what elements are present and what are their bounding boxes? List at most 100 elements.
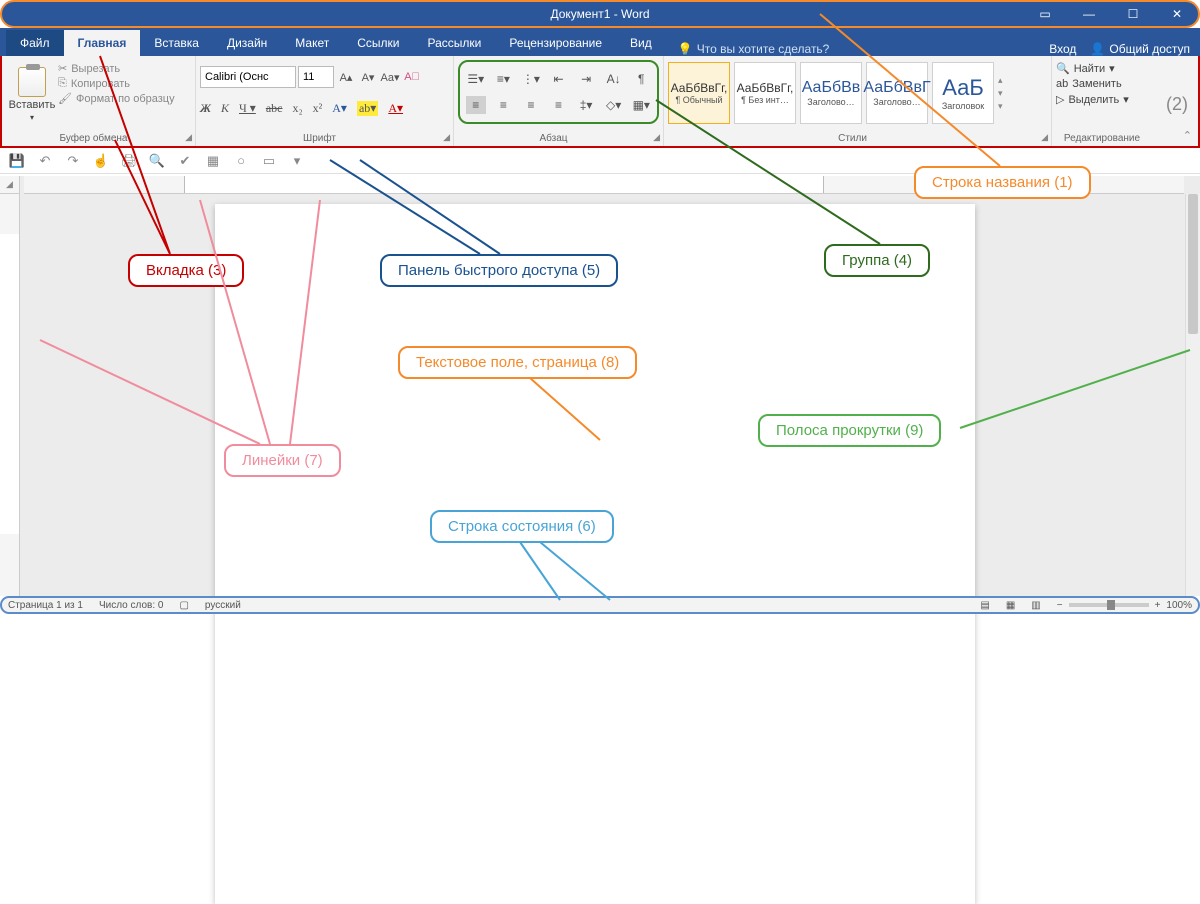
tab-view[interactable]: Вид: [616, 30, 666, 56]
zoom-out-icon[interactable]: −: [1057, 600, 1063, 611]
dialog-launcher-icon[interactable]: ◢: [653, 132, 660, 143]
maximize-icon[interactable]: ☐: [1120, 7, 1146, 21]
word-count[interactable]: Число слов: 0: [99, 600, 163, 611]
style-title[interactable]: АаБЗаголовок: [932, 62, 994, 124]
decrease-indent-icon[interactable]: ⇤: [549, 70, 569, 88]
dialog-launcher-icon[interactable]: ◢: [443, 132, 450, 143]
callout-tab: Вкладка (3): [128, 254, 244, 287]
grow-font-icon[interactable]: A▴: [336, 67, 356, 87]
redo-icon[interactable]: ↷: [64, 152, 82, 170]
document-title: Документ1 - Word: [550, 7, 649, 21]
paste-button[interactable]: Вставить ▾: [6, 58, 58, 130]
align-right-icon[interactable]: ≡: [521, 96, 541, 114]
tab-design[interactable]: Дизайн: [213, 30, 281, 56]
scrollbar-thumb[interactable]: [1188, 194, 1198, 334]
shrink-font-icon[interactable]: A▾: [358, 67, 378, 87]
line-spacing-icon[interactable]: ‡▾: [576, 96, 596, 114]
save-icon[interactable]: 💾: [8, 152, 26, 170]
align-left-icon[interactable]: ≡: [466, 96, 486, 114]
format-painter-button[interactable]: 🖌Формат по образцу: [58, 92, 175, 105]
insert-text-icon[interactable]: ▭: [260, 152, 278, 170]
multilevel-icon[interactable]: ⋮▾: [521, 70, 541, 88]
italic-button[interactable]: К: [221, 101, 229, 116]
font-name-input[interactable]: [200, 66, 296, 88]
superscript-button[interactable]: x²: [313, 101, 323, 116]
minimize-icon[interactable]: —: [1076, 7, 1102, 21]
styles-down-icon[interactable]: ▾: [998, 88, 1014, 99]
font-size-input[interactable]: [298, 66, 334, 88]
paste-icon: [18, 67, 46, 97]
zoom-in-icon[interactable]: +: [1155, 600, 1161, 611]
show-marks-icon[interactable]: ¶: [631, 70, 651, 88]
read-mode-icon[interactable]: ▤: [980, 600, 989, 611]
style-heading1[interactable]: АаБбВвЗаголово…: [800, 62, 862, 124]
callout-scrollbar: Полоса прокрутки (9): [758, 414, 941, 447]
touch-mode-icon[interactable]: ☝: [92, 152, 110, 170]
clear-format-icon[interactable]: A⃠: [402, 67, 422, 87]
zoom-slider[interactable]: [1069, 603, 1149, 607]
proofing-icon[interactable]: ▢: [179, 600, 188, 611]
bold-button[interactable]: Ж: [200, 101, 211, 116]
copy-button[interactable]: ⎘Копировать: [58, 77, 175, 90]
tell-me-text: Что вы хотите сделать?: [697, 42, 830, 56]
find-button[interactable]: 🔍Найти ▾: [1056, 62, 1158, 75]
vertical-scrollbar[interactable]: [1185, 194, 1200, 596]
borders-icon[interactable]: ▦▾: [631, 96, 651, 114]
share-button[interactable]: 👤 Общий доступ: [1090, 42, 1190, 56]
shading-icon[interactable]: ◇▾: [604, 96, 624, 114]
underline-button[interactable]: Ч ▾: [239, 101, 256, 116]
callout-status-bar: Строка состояния (6): [430, 510, 614, 543]
bullets-icon[interactable]: ☰▾: [466, 70, 486, 88]
language-indicator[interactable]: русский: [205, 600, 241, 611]
select-button[interactable]: ▷Выделить ▾: [1056, 93, 1158, 106]
dialog-launcher-icon[interactable]: ◢: [185, 132, 192, 143]
tab-review[interactable]: Рецензирование: [495, 30, 616, 56]
change-case-icon[interactable]: Aa▾: [380, 67, 400, 87]
tab-home[interactable]: Главная: [64, 30, 141, 56]
text-effects-icon[interactable]: A▾: [332, 101, 347, 116]
vertical-ruler[interactable]: [0, 194, 20, 596]
draw-table-icon[interactable]: ▦: [204, 152, 222, 170]
style-nospacing[interactable]: АаБбВвГг,¶ Без инт…: [734, 62, 796, 124]
undo-icon[interactable]: ↶: [36, 152, 54, 170]
print-preview-icon[interactable]: 🔍: [148, 152, 166, 170]
quick-print-icon[interactable]: 🖨: [120, 152, 138, 170]
tab-mailings[interactable]: Рассылки: [414, 30, 496, 56]
styles-up-icon[interactable]: ▴: [998, 75, 1014, 86]
ribbon-display-icon[interactable]: ▭: [1032, 7, 1058, 21]
shape-icon[interactable]: ○: [232, 152, 250, 170]
replace-button[interactable]: abЗаменить: [1056, 78, 1158, 90]
subscript-button[interactable]: x₂: [292, 101, 302, 116]
signin-link[interactable]: Вход: [1049, 42, 1076, 56]
close-icon[interactable]: ✕: [1164, 7, 1190, 21]
page-indicator[interactable]: Страница 1 из 1: [8, 600, 83, 611]
strike-button[interactable]: abc: [266, 101, 283, 116]
cut-button[interactable]: ✂Вырезать: [58, 62, 175, 75]
highlight-icon[interactable]: ab▾: [357, 101, 378, 116]
customize-qat-icon[interactable]: ▾: [288, 152, 306, 170]
tab-layout[interactable]: Макет: [281, 30, 343, 56]
align-center-icon[interactable]: ≡: [494, 96, 514, 114]
style-normal[interactable]: АаБбВвГг,¶ Обычный: [668, 62, 730, 124]
sort-icon[interactable]: A↓: [604, 70, 624, 88]
bulb-icon: 💡: [678, 42, 693, 56]
increase-indent-icon[interactable]: ⇥: [576, 70, 596, 88]
numbering-icon[interactable]: ≡▾: [494, 70, 514, 88]
font-color-icon[interactable]: A▾: [388, 101, 403, 116]
collapse-ribbon-icon[interactable]: ⌃: [1183, 129, 1192, 142]
web-layout-icon[interactable]: ▥: [1031, 600, 1040, 611]
dialog-launcher-icon[interactable]: ◢: [1041, 132, 1048, 143]
spelling-icon[interactable]: ✔: [176, 152, 194, 170]
styles-more-icon[interactable]: ▾: [998, 101, 1014, 112]
tab-file[interactable]: Файл: [6, 30, 64, 56]
zoom-control[interactable]: − + 100%: [1057, 600, 1192, 611]
ruler-corner[interactable]: ◢: [0, 176, 20, 194]
tab-insert[interactable]: Вставка: [140, 30, 213, 56]
style-heading2[interactable]: АаБбВвГЗаголово…: [866, 62, 928, 124]
tab-references[interactable]: Ссылки: [343, 30, 413, 56]
page[interactable]: [215, 204, 975, 904]
tell-me[interactable]: 💡 Что вы хотите сделать?: [678, 42, 830, 56]
print-layout-icon[interactable]: ▦: [1006, 600, 1015, 611]
zoom-value[interactable]: 100%: [1166, 600, 1192, 611]
justify-icon[interactable]: ≡: [549, 96, 569, 114]
